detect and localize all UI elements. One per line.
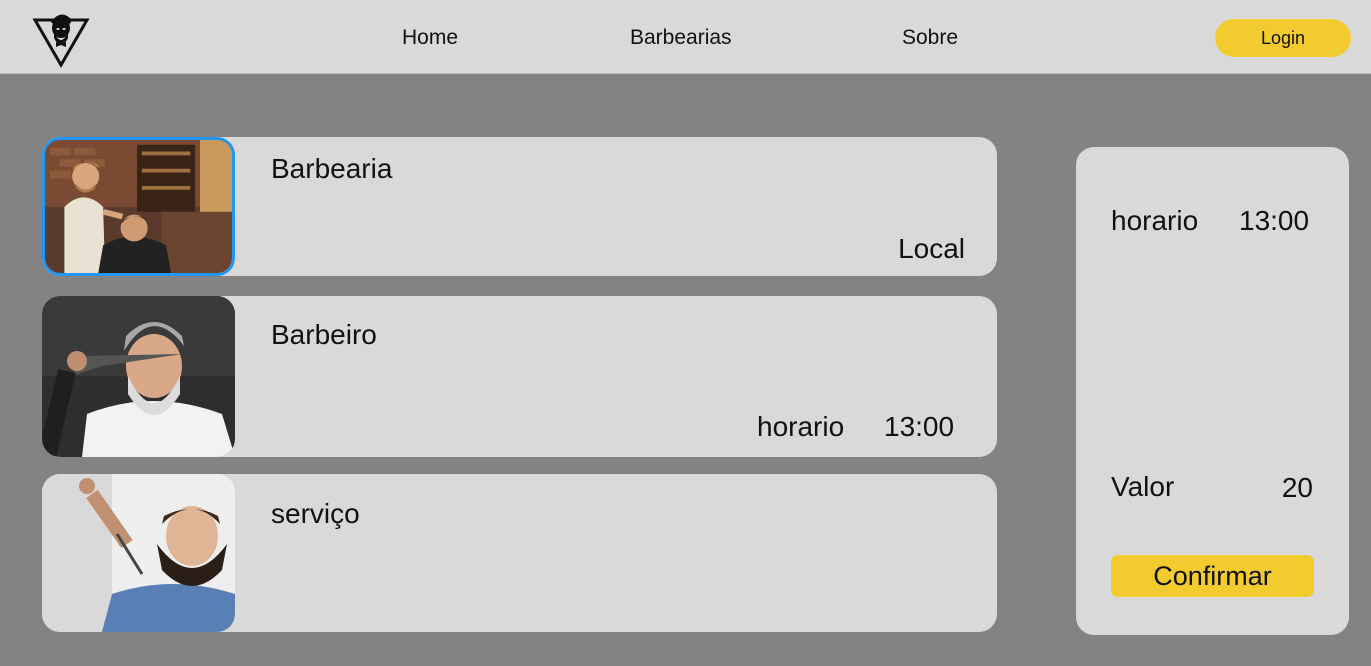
nav-link-sobre[interactable]: Sobre xyxy=(902,26,958,50)
summary-horario-value: 13:00 xyxy=(1239,205,1310,236)
nav-link-barbearias[interactable]: Barbearias xyxy=(630,26,732,50)
beard-trim-photo xyxy=(42,474,235,632)
summary-horario-label: horario xyxy=(1111,205,1199,236)
barbearia-title: Barbearia xyxy=(271,153,393,184)
confirm-button[interactable]: Confirmar xyxy=(1111,555,1314,597)
barbeiro-card[interactable]: Barbeiro horario 13:00 xyxy=(42,296,997,457)
barbearia-local: Local xyxy=(898,233,965,264)
barbeiro-horario-value: 13:00 xyxy=(884,411,955,442)
servico-title: serviço xyxy=(271,498,360,529)
servico-card[interactable]: serviço xyxy=(42,474,997,632)
booking-summary-panel: horario 13:00 Valor 20 Confirmar xyxy=(1076,147,1349,635)
barbeiro-title: Barbeiro xyxy=(271,319,377,350)
barbearia-card[interactable]: Barbearia Local xyxy=(42,137,997,276)
login-button[interactable]: Login xyxy=(1215,19,1351,57)
summary-valor-label: Valor xyxy=(1111,471,1175,502)
barber-logo-icon[interactable] xyxy=(32,8,90,68)
nav-link-home[interactable]: Home xyxy=(402,26,458,50)
barbeiro-horario-label: horario xyxy=(757,411,845,442)
top-nav-bar: Home Barbearias Sobre Login xyxy=(0,0,1371,74)
summary-valor-value: 20 xyxy=(1281,472,1313,503)
barber-photo xyxy=(42,296,235,457)
barbershop-photo xyxy=(42,137,235,276)
